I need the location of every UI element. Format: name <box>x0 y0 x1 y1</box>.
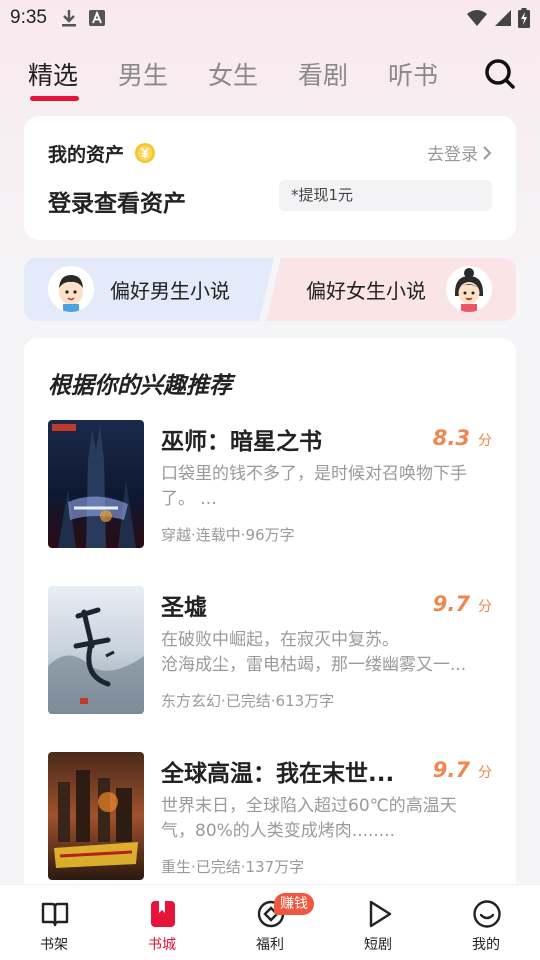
book-open-icon <box>41 902 69 927</box>
nav-label: 我的 <box>472 937 500 953</box>
assets-card: 我的资产 去登录 登录查看资产 *提现1元 <box>24 116 516 240</box>
tab-female[interactable]: 女生 <box>208 56 258 92</box>
battery-icon <box>518 8 530 28</box>
nav-bookshelf[interactable]: 书架 <box>14 885 94 960</box>
book-description: 口袋里的钱不多了，是时候对召唤物下手 了。 ... <box>161 462 493 512</box>
book-description-line: 沧海成尘，雷电枯竭，那一缕幽雾又一... <box>161 655 467 675</box>
active-tab-indicator <box>30 96 79 101</box>
book-description: 在破败中崛起，在寂灭中复苏。 沧海成尘，雷电枯竭，那一缕幽雾又一... <box>161 628 493 678</box>
score-value: 8.3 <box>432 426 470 450</box>
score-unit: 分 <box>478 433 492 449</box>
download-icon <box>61 10 76 27</box>
book-item[interactable]: 巫师：暗星之书 8.3 分 口袋里的钱不多了，是时候对召唤物下手 了。 ... … <box>48 420 492 550</box>
prefer-male-button[interactable]: 偏好男生小说 <box>24 258 274 321</box>
book-description-line: 口袋里的钱不多了，是时候对召唤物下手 <box>161 464 467 484</box>
login-link-label: 去登录 <box>427 145 478 165</box>
smile-face-icon <box>473 900 501 928</box>
nav-label: 短剧 <box>364 937 392 953</box>
cell-signal-icon <box>495 10 511 26</box>
withdraw-tag[interactable]: *提现1元 <box>279 180 492 211</box>
search-icon[interactable] <box>484 58 516 90</box>
status-time: 9:35 <box>10 7 47 28</box>
app-notification-icon <box>88 10 105 26</box>
bookmark-book-icon <box>151 901 175 927</box>
girl-avatar-icon <box>446 266 492 312</box>
book-description-line: 世界末日，全球陷入超过60℃的高温天 <box>161 796 457 816</box>
tab-drama[interactable]: 看剧 <box>298 56 348 92</box>
play-icon <box>369 900 392 928</box>
tab-audiobook[interactable]: 听书 <box>388 56 438 92</box>
book-score: 9.7 分 <box>433 592 492 616</box>
assets-title: 我的资产 <box>48 144 125 166</box>
boy-avatar-icon <box>48 266 94 312</box>
prefer-female-button[interactable]: 偏好女生小说 <box>266 258 516 321</box>
prefer-male-label: 偏好男生小说 <box>110 279 230 303</box>
book-description: 世界末日，全球陷入超过60℃的高温天 气，80%的人类变成烤肉........ <box>161 794 493 844</box>
score-unit: 分 <box>478 765 492 781</box>
book-cover-image <box>48 586 144 714</box>
book-title: 巫师：暗星之书 <box>161 429 322 455</box>
book-cover-image <box>48 420 144 548</box>
book-meta: 穿越·连载中·96万字 <box>161 526 295 544</box>
prefer-female-label: 偏好女生小说 <box>306 279 426 303</box>
recommendation-card: 根据你的兴趣推荐 巫师：暗星之书 8.3 分 口袋里的钱不多了，是时候对召唤物下… <box>24 338 516 898</box>
nav-label: 福利 <box>256 937 284 953</box>
nav-label: 书架 <box>40 937 68 953</box>
book-meta: 东方玄幻·已完结·613万字 <box>161 692 335 710</box>
book-score: 8.3 分 <box>433 426 492 450</box>
top-tab-bar: 精选 男生 女生 看剧 听书 <box>0 48 540 108</box>
tab-male[interactable]: 男生 <box>118 56 168 92</box>
tab-featured[interactable]: 精选 <box>28 56 78 92</box>
book-description-line: 气，80%的人类变成烤肉........ <box>161 821 396 841</box>
book-description-line: 了。 ... <box>161 489 217 509</box>
recommendation-title: 根据你的兴趣推荐 <box>48 373 232 399</box>
score-value: 9.7 <box>432 592 470 616</box>
nav-label: 书城 <box>148 937 176 953</box>
assets-subtitle: 登录查看资产 <box>48 191 186 217</box>
book-title: 全球高温：我在末世... <box>161 761 395 787</box>
chevron-right-icon <box>483 145 492 160</box>
book-description-line: 在破败中崛起，在寂灭中复苏。 <box>161 630 399 650</box>
nav-bookstore[interactable]: 书城 <box>122 885 202 960</box>
book-title: 圣墟 <box>161 595 207 621</box>
login-link[interactable]: 去登录 <box>427 140 492 165</box>
book-item[interactable]: 全球高温：我在末世... 9.7 分 世界末日，全球陷入超过60℃的高温天 气，… <box>48 752 492 882</box>
book-meta: 重生·已完结·137万字 <box>161 858 305 876</box>
nav-short-drama[interactable]: 短剧 <box>338 885 418 960</box>
book-item[interactable]: 圣墟 9.7 分 在破败中崛起，在寂灭中复苏。 沧海成尘，雷电枯竭，那一缕幽雾又… <box>48 586 492 716</box>
bottom-nav: 书架 书城 福利 短剧 我的 <box>0 884 540 960</box>
earn-money-badge: 赚钱 <box>274 893 314 915</box>
book-score: 9.7 分 <box>433 758 492 782</box>
nav-profile[interactable]: 我的 <box>446 885 526 960</box>
coin-icon <box>135 143 155 163</box>
preference-banner: 偏好男生小说 偏好女生小说 <box>24 258 516 321</box>
score-value: 9.7 <box>432 758 470 782</box>
wifi-icon <box>467 10 487 26</box>
score-unit: 分 <box>478 599 492 615</box>
status-bar: 9:35 <box>0 0 540 36</box>
book-cover-image <box>48 752 144 880</box>
